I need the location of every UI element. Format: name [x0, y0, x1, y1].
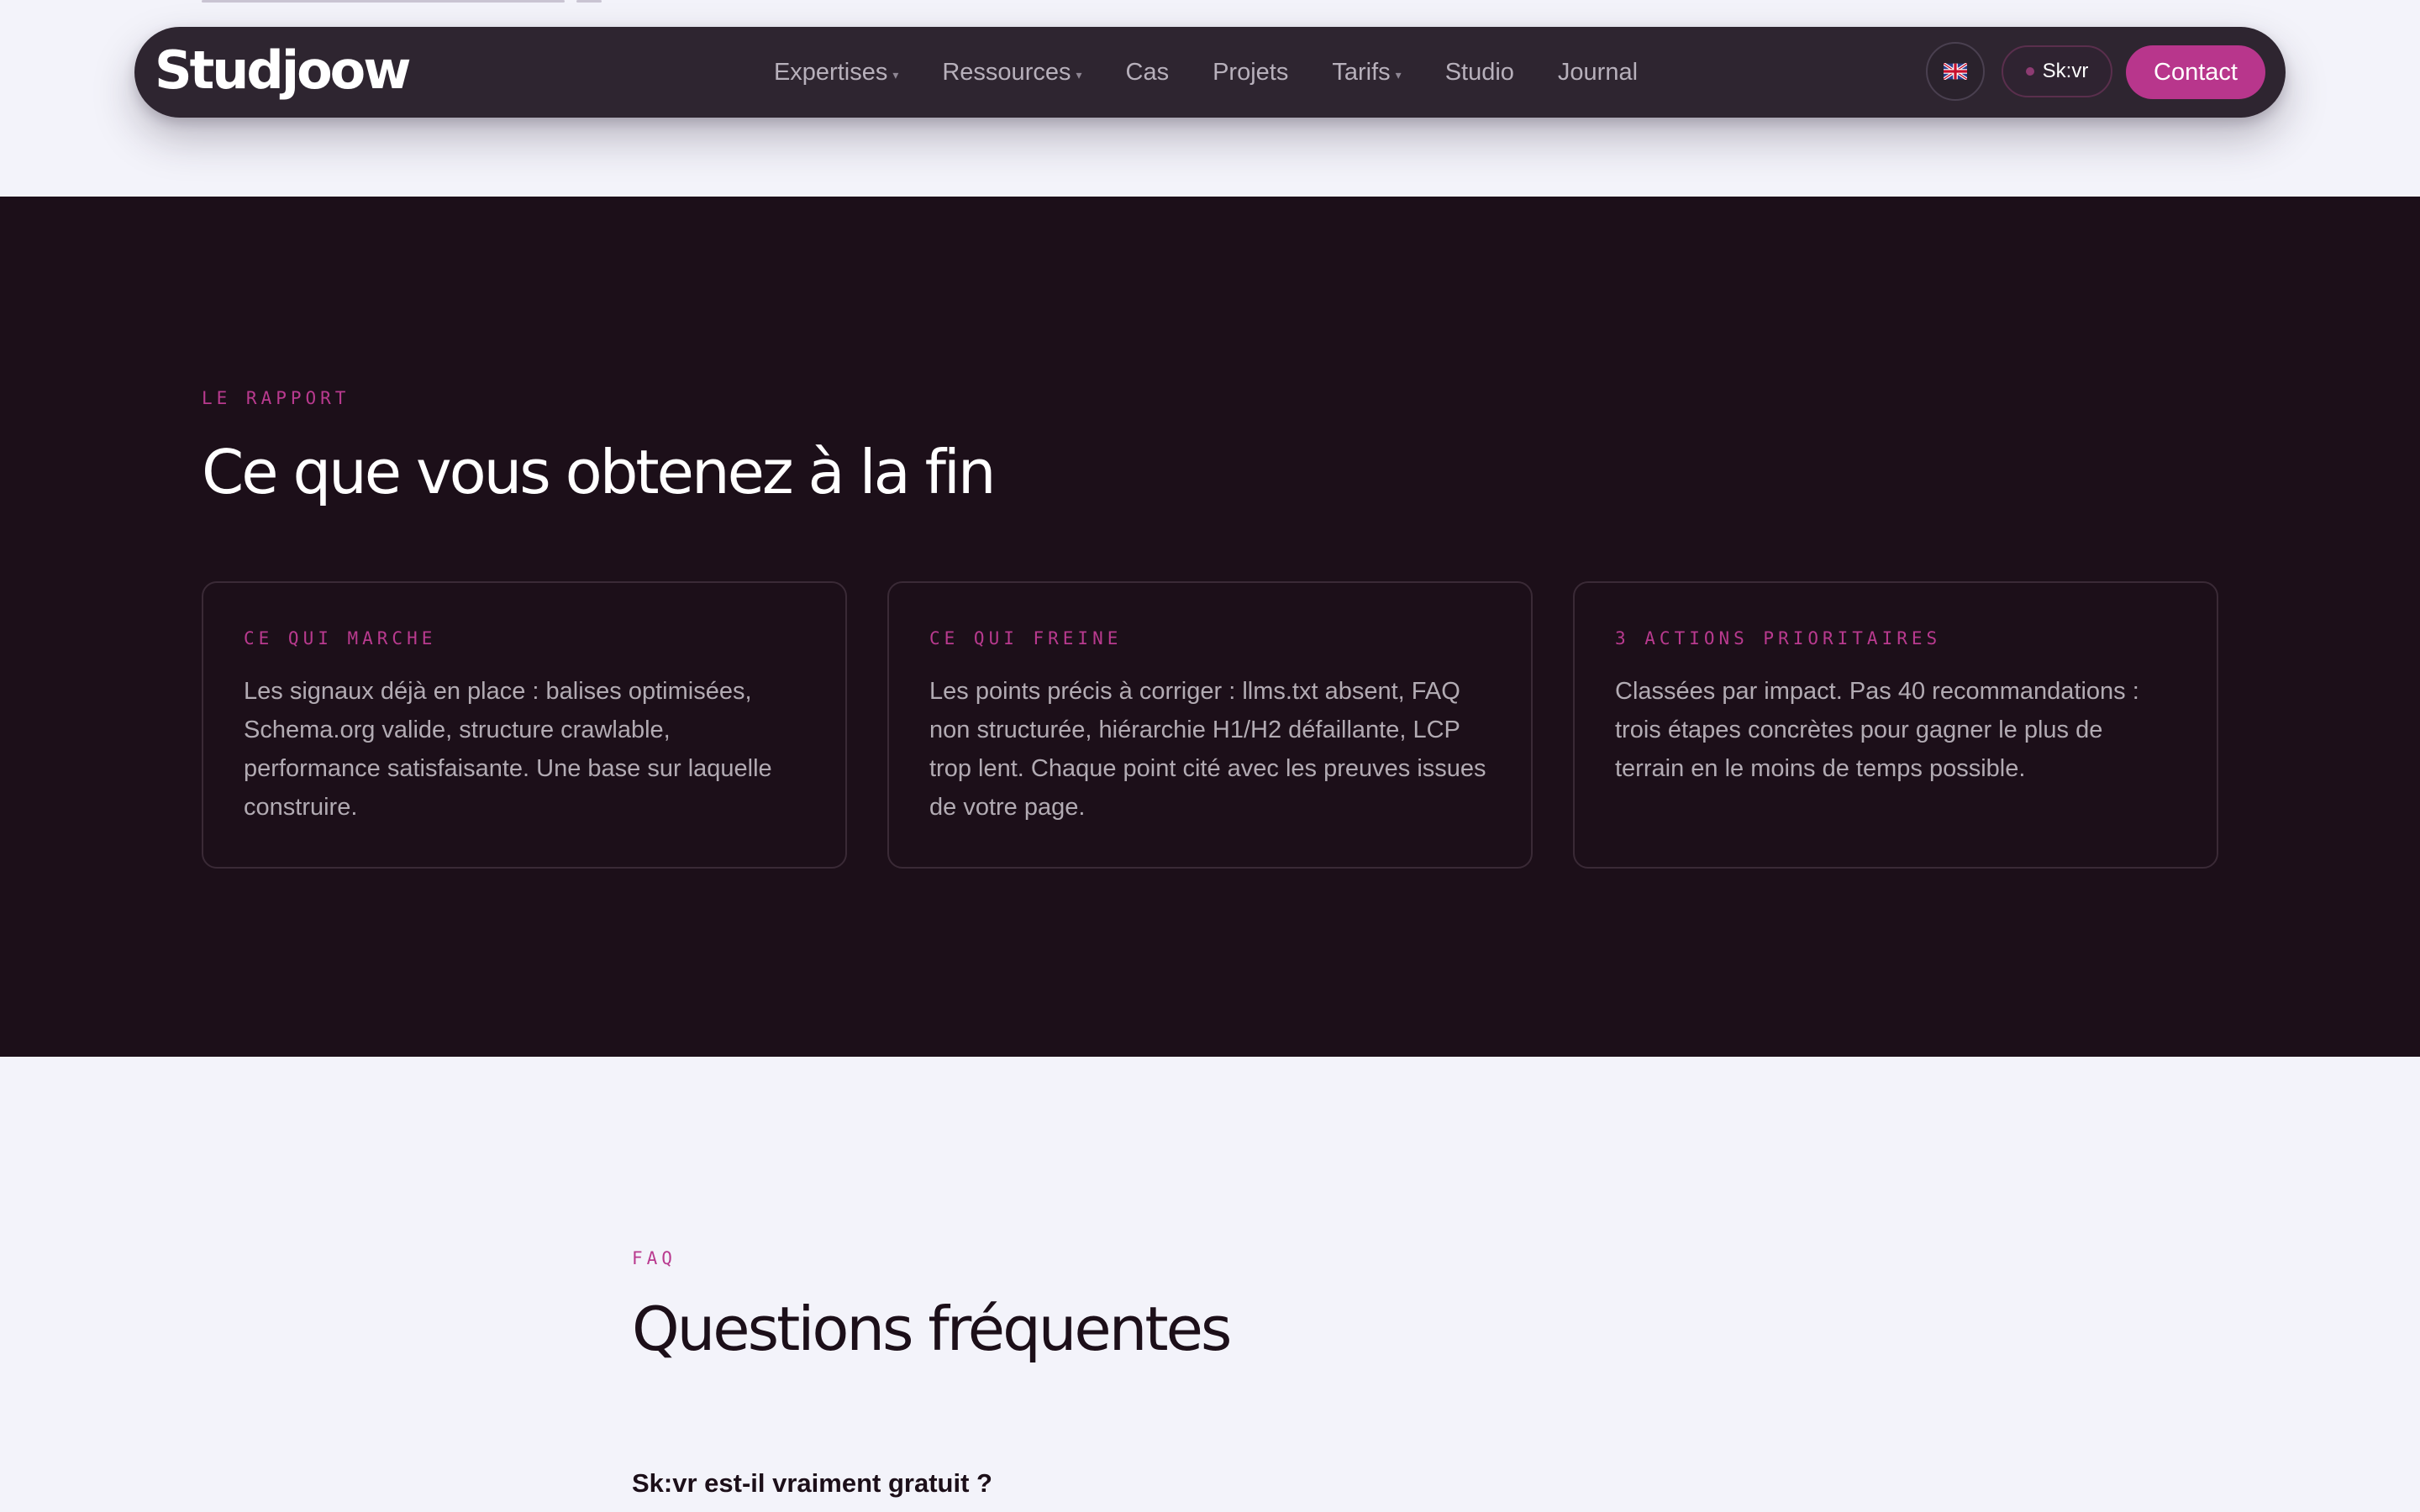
skvr-label: Sk:vr	[2042, 60, 2089, 82]
contact-label: Contact	[2154, 58, 2238, 86]
card-label: 3 ACTIONS PRIORITAIRES	[1615, 628, 1942, 648]
nav-expertises[interactable]: Expertises ▾	[774, 59, 898, 87]
report-card-blockers: CE QUI FREINE Les points précis à corrig…	[887, 581, 1533, 869]
chevron-down-icon: ▾	[1076, 67, 1082, 81]
report-card-works: CE QUI MARCHE Les signaux déjà en place …	[202, 581, 847, 869]
nav-label: Expertises	[773, 58, 888, 86]
main-navbar: Studjoow Expertises ▾ Ressources ▾ Cas Pro…	[134, 27, 2286, 118]
uk-flag-icon	[1944, 63, 1967, 80]
status-dot-icon	[2025, 67, 2034, 76]
card-text: Classées par impact. Pas 40 recommandati…	[1615, 678, 2139, 782]
nav-label: Cas	[1125, 58, 1170, 86]
faq-title: Questions fréquentes	[632, 1294, 1232, 1364]
nav-label: Projets	[1213, 58, 1289, 86]
nav-cas[interactable]: Cas	[1126, 59, 1170, 87]
nav-label: Journal	[1557, 58, 1639, 86]
faq-question[interactable]: Sk:vr est-il vraiment gratuit ?	[632, 1468, 992, 1499]
top-scroll-remnant	[202, 0, 602, 4]
nav-tarifs[interactable]: Tarifs ▾	[1332, 59, 1401, 87]
nav-label: Studio	[1444, 58, 1514, 86]
logo-suffix: joow	[281, 39, 412, 101]
card-label: CE QUI FREINE	[929, 628, 1123, 648]
card-text: Les signaux déjà en place : balises opti…	[244, 678, 772, 821]
nav-label: Ressources	[942, 58, 1071, 86]
contact-button[interactable]: Contact	[2126, 45, 2265, 99]
card-label: CE QUI MARCHE	[244, 628, 437, 648]
report-section: LE RAPPORT Ce que vous obtenez à la fin …	[0, 197, 2420, 1057]
language-switch-button[interactable]	[1926, 42, 1985, 101]
faq-eyebrow: FAQ	[632, 1248, 676, 1268]
report-eyebrow: LE RAPPORT	[202, 388, 350, 408]
skvr-button[interactable]: Sk:vr	[2002, 45, 2112, 97]
studjoow-logo[interactable]: Studjoow	[155, 37, 412, 104]
nav-studio[interactable]: Studio	[1445, 59, 1514, 87]
chevron-down-icon: ▾	[892, 67, 899, 81]
report-title: Ce que vous obtenez à la fin	[202, 437, 997, 507]
nav-journal[interactable]: Journal	[1558, 59, 1638, 87]
nav-label: Tarifs	[1332, 58, 1391, 86]
card-text: Les points précis à corriger : llms.txt …	[929, 678, 1486, 821]
report-card-priorities: 3 ACTIONS PRIORITAIRES Classées par impa…	[1573, 581, 2218, 869]
chevron-down-icon: ▾	[1395, 67, 1402, 81]
nav-projets[interactable]: Projets	[1213, 59, 1288, 87]
nav-ressources[interactable]: Ressources ▾	[942, 59, 1081, 87]
